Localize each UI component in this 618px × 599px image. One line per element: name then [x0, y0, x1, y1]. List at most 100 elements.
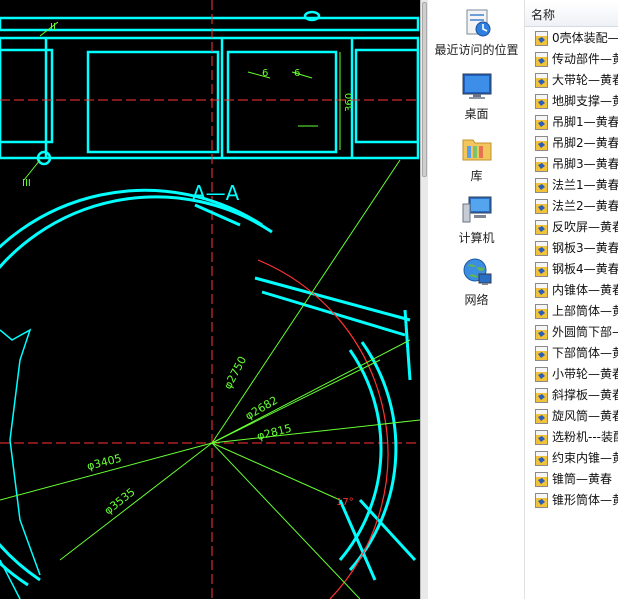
solidworks-file-icon [535, 115, 548, 130]
solidworks-file-icon [535, 283, 548, 298]
file-item[interactable]: 反吹屏—黄春 [525, 217, 618, 238]
column-header-name[interactable]: 名称 [525, 3, 618, 27]
dim-label: II [50, 22, 56, 33]
dim-label: φ2815 [256, 422, 293, 443]
file-item-label: 传动部件—黄 [552, 52, 618, 66]
navigation-pane: 最近访问的位置 桌面 库 计算机 网络 [428, 0, 525, 599]
solidworks-file-icon [535, 451, 548, 466]
solidworks-file-icon [535, 73, 548, 88]
solidworks-file-icon [535, 388, 548, 403]
file-item[interactable]: 外圆筒下部— [525, 322, 618, 343]
file-item[interactable]: 内锥体—黄春 [525, 280, 618, 301]
file-item-label: 大带轮—黄春 [552, 73, 618, 87]
file-item-label: 下部筒体—黄 [552, 346, 618, 360]
file-item-label: 钢板4—黄春 [552, 262, 618, 276]
file-item-label: 内锥体—黄春 [552, 283, 618, 297]
file-item[interactable]: 下部筒体—黄 [525, 343, 618, 364]
file-item-label: 旋风筒—黄春 [552, 409, 618, 423]
file-item[interactable]: 吊脚1—黄春 [525, 112, 618, 133]
file-item-label: 吊脚1—黄春 [552, 115, 618, 129]
solidworks-file-icon [535, 199, 548, 214]
computer-icon [462, 196, 491, 223]
dim-label: 360 [344, 93, 355, 112]
file-item[interactable]: 约束内锥—黄 [525, 448, 618, 469]
nav-item-desktop[interactable]: 桌面 [428, 70, 525, 122]
nav-item-recent-places[interactable]: 最近访问的位置 [428, 6, 525, 58]
solidworks-file-icon [535, 220, 548, 235]
nav-item-network[interactable]: 网络 [428, 256, 525, 308]
file-list-pane: 名称 0壳体装配— 传动部件—黄 大带轮—黄春 地脚支撑—黄 吊脚1—黄春 吊脚2—黄春吊… [525, 0, 618, 599]
cad-drawing: II III 360 6 6 A—A φ2750 φ2682 φ2815 φ34… [0, 0, 420, 599]
dim-label: φ2750 [221, 354, 249, 391]
file-item[interactable]: 锥形筒体—黄 [525, 490, 618, 511]
dim-label: 6 [262, 68, 268, 79]
file-item-label: 吊脚2—黄春 [552, 136, 618, 150]
file-item-label: 法兰2—黄春 [552, 199, 618, 213]
solidworks-file-icon [535, 262, 548, 277]
file-item[interactable]: 法兰1—黄春 [525, 175, 618, 196]
file-item[interactable]: 传动部件—黄 [525, 49, 618, 70]
solidworks-file-icon [535, 472, 548, 487]
solidworks-file-icon [535, 31, 548, 46]
nav-item-label: 计算机 [458, 231, 495, 245]
solidworks-file-icon [535, 367, 548, 382]
file-item[interactable]: 大带轮—黄春 [525, 70, 618, 91]
file-item-label: 选粉机---装配 [552, 430, 618, 444]
desktop-icon [462, 73, 491, 99]
solidworks-file-icon [535, 346, 548, 361]
solidworks-file-icon [535, 157, 548, 172]
nav-item-label: 桌面 [464, 107, 489, 121]
dim-label: φ3535 [102, 485, 138, 517]
file-item[interactable]: 吊脚3—黄春 [525, 154, 618, 175]
file-item-label: 小带轮—黄春 [552, 367, 618, 381]
solidworks-file-icon [535, 178, 548, 193]
solidworks-file-icon [535, 52, 548, 67]
file-item-label: 吊脚3—黄春 [552, 157, 618, 171]
solidworks-file-icon [535, 136, 548, 151]
file-item-label: 地脚支撑—黄 [552, 94, 618, 108]
nav-item-library[interactable]: 库 [428, 132, 525, 184]
file-list: 0壳体装配— 传动部件—黄 大带轮—黄春 地脚支撑—黄 吊脚1—黄春 吊脚2—黄春 吊脚3—… [525, 28, 618, 511]
file-item-label: 斜撑板—黄春 [552, 388, 618, 402]
nav-item-computer[interactable]: 计算机 [428, 194, 525, 246]
file-item[interactable]: 钢板3—黄春 [525, 238, 618, 259]
solidworks-file-icon [535, 304, 548, 319]
vertical-scrollbar[interactable] [420, 0, 428, 599]
library-icon [462, 139, 491, 161]
solidworks-file-icon [535, 409, 548, 424]
dim-label: φ3405 [86, 452, 123, 473]
file-item[interactable]: 0壳体装配— [525, 28, 618, 49]
cad-drawing-canvas[interactable]: II III 360 6 6 A—A φ2750 φ2682 φ2815 φ34… [0, 0, 420, 599]
file-item-label: 上部筒体—黄 [552, 304, 618, 318]
dim-label: 6 [294, 68, 300, 79]
file-item[interactable]: 斜撑板—黄春 [525, 385, 618, 406]
file-item[interactable]: 选粉机---装配 [525, 427, 618, 448]
dim-label: 17° [336, 497, 354, 508]
nav-item-label: 库 [470, 169, 483, 183]
solidworks-file-icon [535, 430, 548, 445]
file-item[interactable]: 旋风筒—黄春 [525, 406, 618, 427]
file-item-label: 钢板3—黄春 [552, 241, 618, 255]
solidworks-file-icon [535, 493, 548, 508]
file-item[interactable]: 小带轮—黄春 [525, 364, 618, 385]
network-icon [463, 258, 491, 285]
file-item[interactable]: 法兰2—黄春 [525, 196, 618, 217]
file-item-label: 外圆筒下部— [552, 325, 618, 339]
solidworks-file-icon [535, 94, 548, 109]
file-item[interactable]: 吊脚2—黄春 [525, 133, 618, 154]
file-item-label: 锥形筒体—黄 [552, 493, 618, 507]
file-item[interactable]: 地脚支撑—黄 [525, 91, 618, 112]
file-item-label: 锥筒—黄春 [552, 472, 613, 486]
solidworks-file-icon [535, 241, 548, 256]
nav-item-label: 网络 [464, 293, 489, 307]
file-item[interactable]: 锥筒—黄春 [525, 469, 618, 490]
file-item-label: 0壳体装配— [552, 31, 618, 45]
file-item-label: 法兰1—黄春 [552, 178, 618, 192]
file-item-label: 反吹屏—黄春 [552, 220, 618, 234]
file-item[interactable]: 上部筒体—黄 [525, 301, 618, 322]
file-item[interactable]: 钢板4—黄春 [525, 259, 618, 280]
solidworks-file-icon [535, 325, 548, 340]
scrollbar-thumb[interactable] [422, 2, 427, 177]
recent-places-icon [466, 9, 490, 37]
nav-item-label: 最近访问的位置 [434, 43, 519, 57]
